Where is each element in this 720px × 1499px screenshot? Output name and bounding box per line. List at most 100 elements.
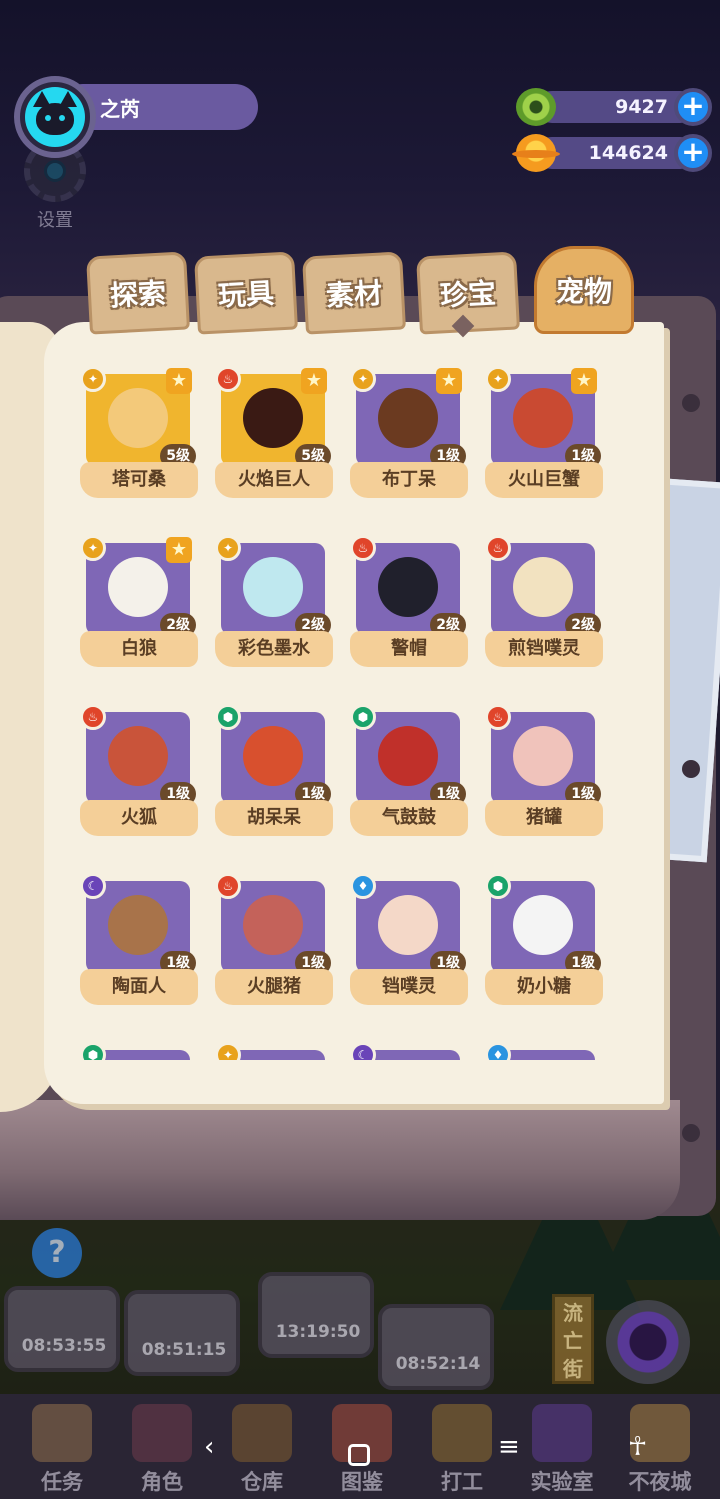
nav-work[interactable]: 打工: [414, 1404, 510, 1496]
pet-sprite-icon: [378, 726, 438, 786]
red-element-icon: ♨: [485, 704, 511, 730]
pet-name: 警帽: [350, 631, 468, 667]
star-icon: ★: [301, 368, 327, 394]
pet-card[interactable]: ⬢: [78, 1042, 198, 1060]
pet-sprite-icon: [378, 557, 438, 617]
nav-tasks[interactable]: 任务: [14, 1404, 110, 1496]
pet-sprite-icon: [513, 388, 573, 448]
menu-icon[interactable]: ≡: [498, 1432, 520, 1462]
purple-element-icon: ☾: [350, 1042, 376, 1060]
pet-name: 胡呆呆: [215, 800, 333, 836]
rivet-icon: [682, 1124, 700, 1142]
pet-name: 火山巨蟹: [485, 462, 603, 498]
player-name: 之芮: [100, 96, 140, 121]
clipboard-icon: [32, 1404, 92, 1462]
pet-name: 火腿猪: [215, 969, 333, 1005]
blue-element-icon: ♦: [350, 873, 376, 899]
tab-pets[interactable]: 宠物: [534, 246, 634, 334]
currency-orange: 144624 +: [512, 134, 712, 172]
yellow-element-icon: ✦: [80, 366, 106, 392]
pet-name: 火焰巨人: [215, 462, 333, 498]
pet-card[interactable]: ♨ 2级 煎铛噗灵: [483, 535, 603, 671]
pet-card[interactable]: ☾: [348, 1042, 468, 1060]
timer-text: 08:53:55: [21, 1336, 107, 1356]
yellow-element-icon: ✦: [350, 366, 376, 392]
tab-toys[interactable]: 玩具: [194, 251, 298, 335]
lab-icon: [532, 1404, 592, 1462]
currency-orange-value: 144624: [588, 142, 668, 164]
nav-lab[interactable]: 实验室: [514, 1404, 610, 1496]
cat-avatar-icon: [25, 87, 85, 147]
pet-card[interactable]: ⬢ 1级 气鼓鼓: [348, 704, 468, 840]
pet-card[interactable]: ♨ 1级 猪罐: [483, 704, 603, 840]
purple-element-icon: ☾: [80, 873, 106, 899]
red-element-icon: ♨: [80, 704, 106, 730]
red-element-icon: ♨: [350, 535, 376, 561]
pet-card[interactable]: ✦ ★ 2级 白狼: [78, 535, 198, 671]
green-element-icon: ⬢: [485, 873, 511, 899]
add-green-currency-button[interactable]: +: [674, 88, 712, 126]
pet-name: 白狼: [80, 631, 198, 667]
green-element-icon: ⬢: [350, 704, 376, 730]
red-element-icon: ♨: [485, 535, 511, 561]
accessibility-icon[interactable]: ☥: [628, 1432, 647, 1462]
green-coin-icon: [516, 88, 556, 126]
orange-planet-icon: [512, 134, 560, 172]
pet-card[interactable]: ♨ 1级 火腿猪: [213, 873, 333, 1009]
pet-card[interactable]: ✦ ★ 1级 火山巨蟹: [483, 366, 603, 502]
portal-icon[interactable]: [606, 1300, 690, 1384]
pet-name: 铛噗灵: [350, 969, 468, 1005]
tab-materials[interactable]: 素材: [302, 251, 406, 335]
pet-sprite-icon: [243, 557, 303, 617]
pet-sprite-icon: [108, 895, 168, 955]
pet-card[interactable]: ♨ ★ 5级 火焰巨人: [213, 366, 333, 502]
pet-sprite-icon: [513, 895, 573, 955]
back-icon[interactable]: ‹: [204, 1432, 214, 1462]
pet-card[interactable]: ✦ ★ 5级 塔可桑: [78, 366, 198, 502]
yellow-element-icon: ✦: [80, 535, 106, 561]
pet-name: 猪罐: [485, 800, 603, 836]
work-timer[interactable]: 13:19:50: [258, 1272, 374, 1358]
nav-nightcity[interactable]: 不夜城: [612, 1404, 708, 1496]
work-timer[interactable]: 08:52:14: [378, 1304, 494, 1390]
help-button[interactable]: ?: [32, 1228, 82, 1278]
star-icon: ★: [166, 537, 192, 563]
home-icon[interactable]: [348, 1444, 370, 1466]
pet-sprite-icon: [243, 388, 303, 448]
pet-sprite-icon: [108, 726, 168, 786]
star-icon: ★: [571, 368, 597, 394]
rivet-icon: [682, 394, 700, 412]
timer-text: 08:51:15: [141, 1340, 227, 1360]
pet-card[interactable]: ♦ 1级 铛噗灵: [348, 873, 468, 1009]
work-timer[interactable]: 08:51:15: [124, 1290, 240, 1376]
pet-card[interactable]: ♨ 1级 火狐: [78, 704, 198, 840]
pet-sprite-icon: [378, 895, 438, 955]
chest-icon: [232, 1404, 292, 1462]
pet-name: 火狐: [80, 800, 198, 836]
add-orange-currency-button[interactable]: +: [674, 134, 712, 172]
red-element-icon: ♨: [215, 366, 241, 392]
pet-card[interactable]: ♨ 2级 警帽: [348, 535, 468, 671]
pet-card[interactable]: ☾ 1级 陶面人: [78, 873, 198, 1009]
nav-character[interactable]: 角色: [114, 1404, 210, 1496]
green-element-icon: ⬢: [215, 704, 241, 730]
work-timer[interactable]: 08:53:55: [4, 1286, 120, 1372]
pet-card[interactable]: ✦ 2级 彩色墨水: [213, 535, 333, 671]
pet-card[interactable]: ✦: [213, 1042, 333, 1060]
star-icon: ★: [166, 368, 192, 394]
pet-card[interactable]: ⬢ 1级 奶小糖: [483, 873, 603, 1009]
currency-green: 9427 +: [516, 88, 712, 126]
pet-name: 奶小糖: [485, 969, 603, 1005]
pet-card[interactable]: ✦ ★ 1级 布丁呆: [348, 366, 468, 502]
pet-card[interactable]: ⬢ 1级 胡呆呆: [213, 704, 333, 840]
pet-name: 陶面人: [80, 969, 198, 1005]
tab-explore[interactable]: 探索: [86, 251, 190, 335]
pet-grid: ✦ ★ 5级 塔可桑 ♨ ★ 5级 火焰巨人 ✦ ★ 1级 布丁呆 ✦ ★ 1级 火山巨蟹 ✦ ★ 2级 白狼 ✦ 2级彩…: [78, 366, 618, 1060]
pet-sprite-icon: [243, 726, 303, 786]
street-sign[interactable]: 流亡街: [552, 1294, 594, 1384]
settings-label: 设置: [37, 210, 73, 231]
pet-sprite-icon: [513, 726, 573, 786]
pet-card[interactable]: ♦: [483, 1042, 603, 1060]
avatar[interactable]: [14, 76, 96, 158]
nav-warehouse[interactable]: 仓库: [214, 1404, 310, 1496]
